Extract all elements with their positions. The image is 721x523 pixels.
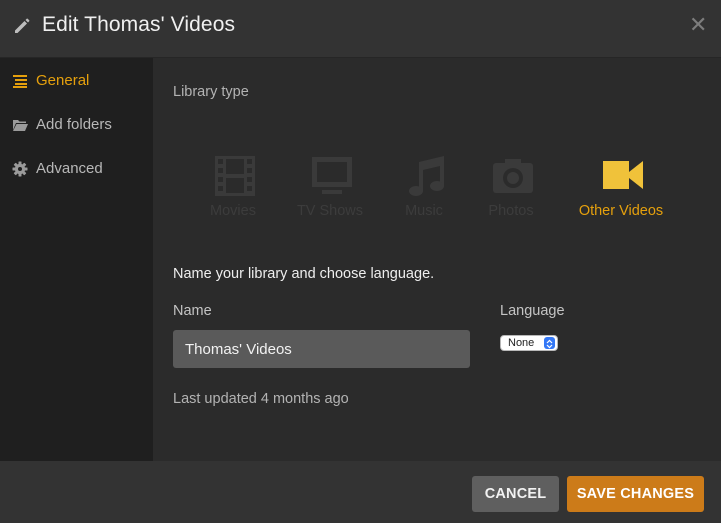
type-option-movies[interactable]: Movies <box>183 154 283 234</box>
sidebar-item-add-folders[interactable]: Add folders <box>0 108 153 142</box>
type-option-music[interactable]: Music <box>374 154 474 234</box>
language-select-value: None <box>508 337 535 349</box>
pencil-icon <box>15 18 30 33</box>
name-field[interactable] <box>173 330 470 368</box>
film-icon <box>215 156 255 196</box>
language-select[interactable]: None <box>500 335 558 351</box>
type-label: Photos <box>488 203 534 219</box>
sidebar: General Add folders Advanced <box>0 58 153 461</box>
library-type-label: Library type <box>173 84 249 100</box>
folder-icon <box>13 120 28 131</box>
dialog-title: Edit Thomas' Videos <box>42 13 236 36</box>
dialog-footer: CANCEL SAVE CHANGES <box>0 461 721 523</box>
name-label: Name <box>173 303 212 319</box>
dialog-header: Edit Thomas' Videos ✕ <box>0 0 721 58</box>
type-label: TV Shows <box>296 203 364 219</box>
type-option-other-videos[interactable]: Other Videos <box>571 154 671 234</box>
music-note-icon <box>409 156 444 196</box>
type-label: Movies <box>210 203 256 219</box>
sidebar-item-label: General <box>36 72 90 89</box>
cancel-button[interactable]: CANCEL <box>472 476 559 512</box>
sidebar-item-general[interactable]: General <box>0 64 153 98</box>
sidebar-item-label: Advanced <box>36 160 103 177</box>
type-option-photos[interactable]: Photos <box>461 154 561 234</box>
language-label: Language <box>500 303 565 319</box>
video-camera-icon <box>603 161 643 189</box>
camera-icon <box>493 159 533 193</box>
list-icon <box>13 75 27 88</box>
sidebar-item-advanced[interactable]: Advanced <box>0 152 153 186</box>
save-changes-button[interactable]: SAVE CHANGES <box>567 476 704 512</box>
type-option-tv-shows[interactable]: TV Shows <box>280 154 380 234</box>
chevron-updown-icon <box>544 337 555 349</box>
close-icon[interactable]: ✕ <box>689 14 707 36</box>
type-label: Other Videos <box>578 203 664 219</box>
main-panel: Library type Movies TV Shows Music Photo… <box>153 58 721 461</box>
type-label: Music <box>405 203 443 219</box>
gear-icon <box>12 161 28 177</box>
name-language-prompt: Name your library and choose language. <box>173 266 435 282</box>
last-updated-text: Last updated 4 months ago <box>173 391 349 407</box>
sidebar-item-label: Add folders <box>36 116 112 133</box>
tv-icon <box>312 157 352 194</box>
